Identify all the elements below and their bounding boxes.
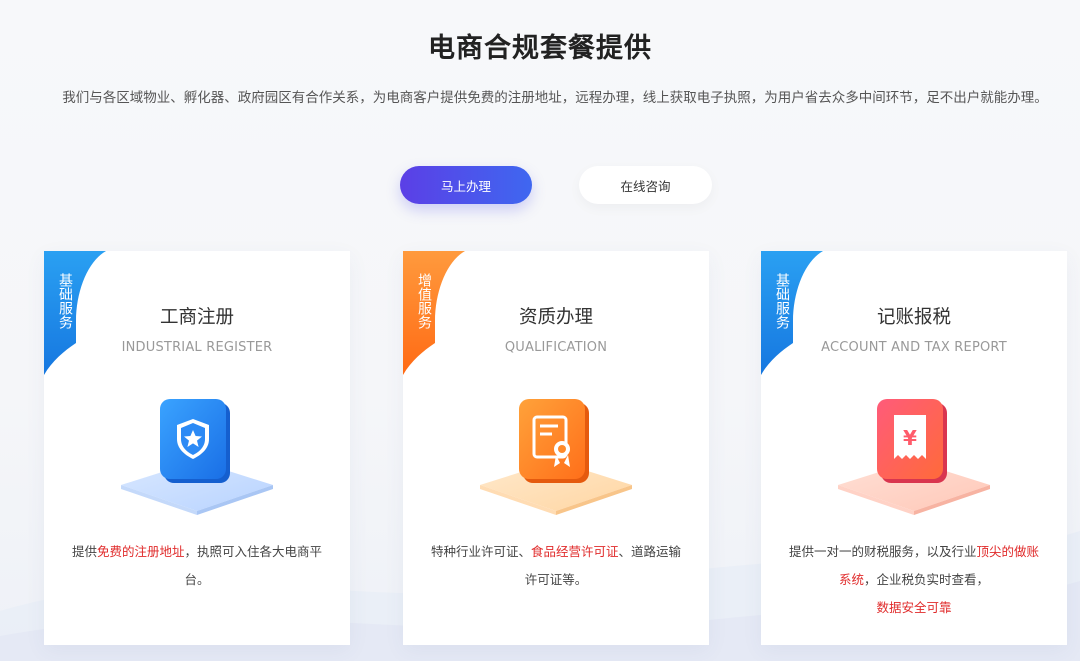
card-subtitle: ACCOUNT AND TAX REPORT — [821, 340, 1007, 355]
card-title: 资质办理 — [518, 307, 593, 328]
service-card-industrial-register[interactable]: 基础服务 工商注册 INDUSTRIAL REGISTER 提供免费的注册地址，… — [44, 251, 350, 645]
shield-star-icon — [121, 399, 273, 515]
card-title: 记账报税 — [876, 307, 951, 328]
desc-highlight: 食品经营许可证 — [530, 544, 619, 559]
service-card-account-tax[interactable]: 基础服务 记账报税 ACCOUNT AND TAX REPORT ¥ 提供一对一… — [761, 251, 1067, 645]
card-title: 工商注册 — [159, 307, 234, 328]
card-subtitle: INDUSTRIAL REGISTER — [121, 340, 273, 355]
desc-text: ，执照可入住各大电商平台。 — [184, 544, 323, 587]
desc-text: ，企业税负实时查看， — [864, 572, 990, 587]
card-description: 提供免费的注册地址，执照可入住各大电商平台。 — [68, 538, 326, 594]
page-title: 电商合规套餐提供 — [428, 33, 652, 64]
desc-text: 提供 — [71, 544, 97, 559]
desc-text: 提供一对一的财税服务，以及行业 — [788, 544, 977, 559]
card-description: 提供一对一的财税服务，以及行业顶尖的做账系统，企业税负实时查看， 数据安全可靠 — [785, 538, 1043, 622]
service-card-qualification[interactable]: 增值服务 资质办理 QUALIFICATION 特种行业许可证、食品经营许可证、… — [403, 251, 709, 645]
yuan-receipt-icon: ¥ — [838, 399, 990, 515]
apply-now-button[interactable]: 马上办理 — [400, 166, 532, 204]
desc-highlight: 免费的注册地址 — [96, 544, 185, 559]
online-consult-button[interactable]: 在线咨询 — [579, 166, 712, 204]
card-subtitle: QUALIFICATION — [504, 340, 608, 355]
certificate-icon — [480, 399, 632, 515]
svg-text:¥: ¥ — [903, 426, 917, 450]
card-description: 特种行业许可证、食品经营许可证、道路运输许可证等。 — [427, 538, 685, 594]
desc-highlight: 数据安全可靠 — [876, 600, 952, 615]
desc-text: 特种行业许可证、 — [430, 544, 531, 559]
page-subtitle: 我们与各区域物业、孵化器、政府园区有合作关系，为电商客户提供免费的注册地址，远程… — [62, 90, 1048, 106]
